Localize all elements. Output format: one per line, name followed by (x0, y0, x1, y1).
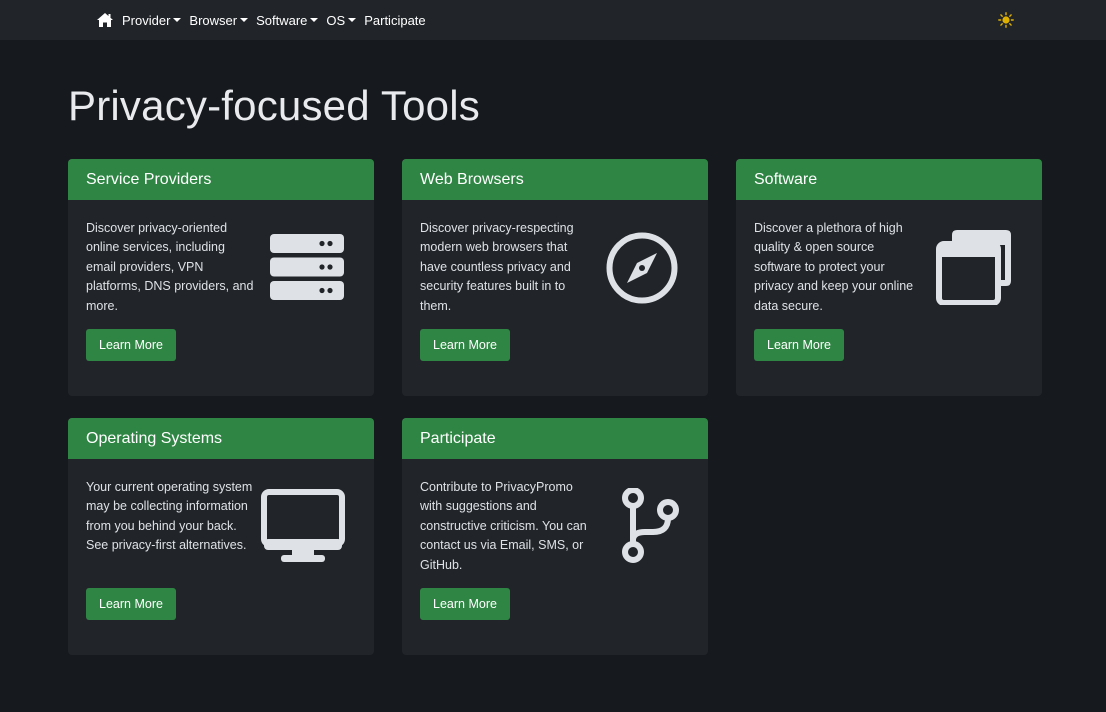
caret-down-icon (240, 18, 249, 22)
caret-down-icon (310, 18, 319, 22)
nav-item-browser[interactable]: Browser (189, 12, 249, 28)
card-web-browsers: Web Browsers Discover privacy-respecting… (402, 159, 708, 396)
card-title: Participate (402, 418, 708, 459)
nav-item-os[interactable]: OS (326, 12, 357, 28)
nav-item-label: OS (326, 12, 346, 28)
card-title: Software (736, 159, 1042, 200)
learn-more-button[interactable]: Learn More (420, 329, 510, 361)
server-icon (270, 234, 344, 305)
card-description: Discover a plethora of high quality & op… (754, 221, 914, 313)
learn-more-button[interactable]: Learn More (420, 588, 510, 620)
card-service-providers: Service Providers Discover privacy-orien… (68, 159, 374, 396)
caret-down-icon (173, 18, 182, 22)
learn-more-button[interactable]: Learn More (86, 588, 176, 620)
card-participate: Participate Contribute to PrivacyPromo w… (402, 418, 708, 655)
card-description: Contribute to PrivacyPromo with suggesti… (420, 480, 587, 572)
learn-more-button[interactable]: Learn More (86, 329, 176, 361)
page-title: Privacy-focused Tools (68, 82, 480, 129)
card-title: Web Browsers (402, 159, 708, 200)
desktop-icon (261, 489, 345, 568)
compass-icon (605, 231, 679, 310)
nav-item-label: Participate (364, 12, 426, 28)
home-icon[interactable] (96, 11, 114, 29)
sun-icon[interactable] (998, 12, 1014, 28)
learn-more-button[interactable]: Learn More (754, 329, 844, 361)
card-title: Operating Systems (68, 418, 374, 459)
nav-item-participate[interactable]: Participate (364, 13, 425, 28)
top-navbar: Provider Browser Software OS Participate (0, 0, 1106, 40)
card-description: Your current operating system may be col… (86, 480, 253, 553)
nav-item-label: Software (256, 12, 308, 28)
nav-item-provider[interactable]: Provider (122, 12, 182, 28)
nav-item-label: Browser (189, 12, 238, 28)
card-software: Software Discover a plethora of high qua… (736, 159, 1042, 396)
windows-icon (936, 229, 1012, 310)
code-branch-icon (621, 487, 681, 569)
card-operating-systems: Operating Systems Your current operating… (68, 418, 374, 655)
nav-item-software[interactable]: Software (256, 12, 319, 28)
card-title: Service Providers (68, 159, 374, 200)
card-description: Discover privacy-oriented online service… (86, 221, 254, 313)
nav-item-label: Provider (122, 12, 171, 28)
card-description: Discover privacy-respecting modern web b… (420, 221, 574, 313)
nav-menu: Provider Browser Software OS Participate (96, 0, 434, 40)
caret-down-icon (348, 18, 357, 22)
